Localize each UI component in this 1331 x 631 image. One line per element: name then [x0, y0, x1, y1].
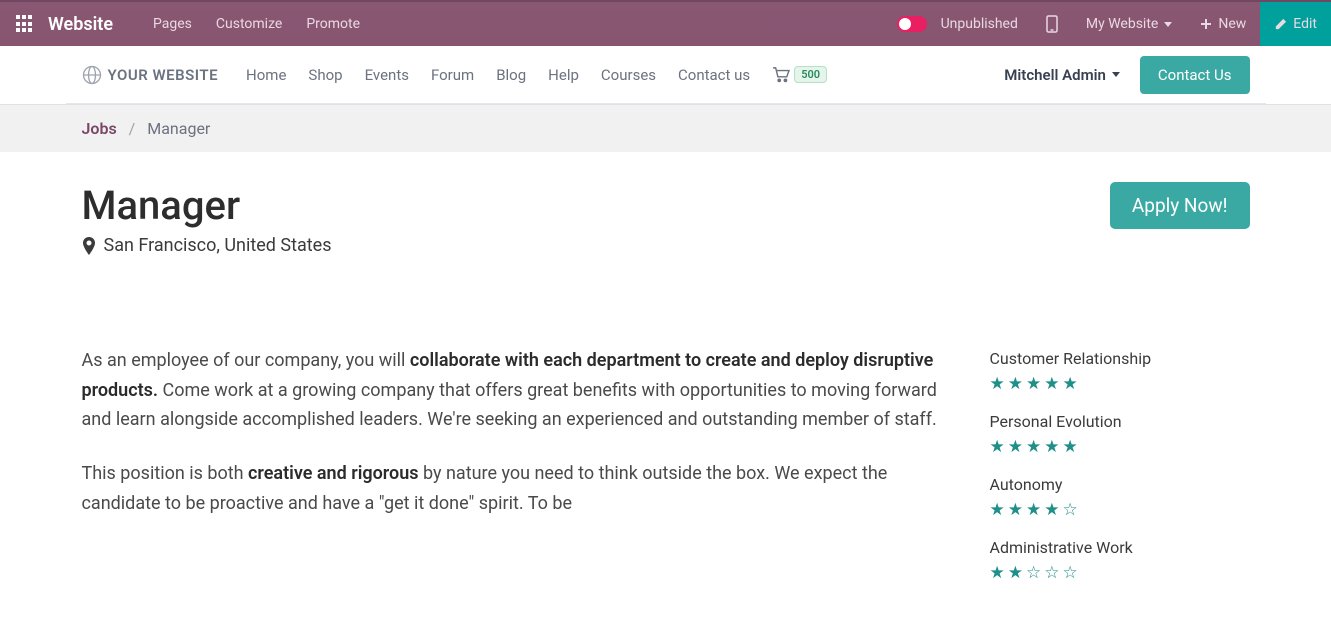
- nav-home[interactable]: Home: [246, 66, 286, 84]
- plus-icon: [1200, 18, 1212, 30]
- star-full-icon: ★: [1008, 374, 1023, 394]
- nav-forum[interactable]: Forum: [431, 66, 474, 84]
- ratings-section: Customer Relationship★★★★★Personal Evolu…: [990, 349, 1250, 583]
- star-full-icon: ★: [1008, 563, 1023, 583]
- nav-help[interactable]: Help: [548, 66, 579, 84]
- rating-block: Customer Relationship★★★★★: [990, 349, 1250, 394]
- topbar-menu: Pages Customize Promote: [153, 16, 360, 32]
- star-empty-icon: ☆: [1044, 563, 1059, 583]
- apply-now-button[interactable]: Apply Now!: [1110, 182, 1250, 229]
- description-paragraph: This position is both creative and rigor…: [82, 459, 950, 518]
- apps-icon[interactable]: [16, 15, 34, 33]
- rating-label: Autonomy: [990, 475, 1250, 494]
- star-full-icon: ★: [1008, 500, 1023, 520]
- job-description: As an employee of our company, you will …: [82, 346, 950, 518]
- page-content: Manager San Francisco, United States As …: [66, 152, 1266, 631]
- nav-events[interactable]: Events: [365, 66, 409, 84]
- nav-shop[interactable]: Shop: [308, 66, 342, 84]
- toggle-icon: [897, 16, 927, 32]
- mobile-preview-button[interactable]: [1032, 2, 1072, 46]
- rating-label: Customer Relationship: [990, 349, 1250, 368]
- mobile-icon: [1046, 15, 1058, 33]
- new-label: New: [1218, 16, 1246, 32]
- app-name[interactable]: Website: [48, 14, 113, 35]
- app-topbar: Website Pages Customize Promote Unpublis…: [0, 0, 1331, 46]
- my-website-dropdown[interactable]: My Website: [1072, 2, 1186, 46]
- rating-block: Administrative Work★★☆☆☆: [990, 538, 1250, 583]
- side-column: Apply Now! Customer Relationship★★★★★Per…: [990, 182, 1250, 601]
- chevron-down-icon: [1164, 22, 1172, 27]
- topbar-menu-pages[interactable]: Pages: [153, 16, 192, 32]
- breadcrumb: Jobs / Manager: [66, 119, 1266, 138]
- star-full-icon: ★: [990, 563, 1005, 583]
- rating-stars: ★★★★★: [990, 374, 1250, 394]
- cart-button[interactable]: 500: [772, 66, 827, 83]
- star-empty-icon: ☆: [1026, 563, 1041, 583]
- edit-label: Edit: [1293, 16, 1317, 32]
- star-full-icon: ★: [1026, 437, 1041, 457]
- new-button[interactable]: New: [1186, 2, 1260, 46]
- rating-block: Autonomy★★★★☆: [990, 475, 1250, 520]
- user-name-label: Mitchell Admin: [1004, 66, 1106, 84]
- logo-text: YOUR WEBSITE: [108, 66, 219, 84]
- breadcrumb-current: Manager: [147, 119, 210, 138]
- chevron-down-icon: [1112, 72, 1120, 77]
- star-empty-icon: ☆: [1063, 563, 1078, 583]
- topbar-menu-promote[interactable]: Promote: [306, 16, 360, 32]
- topbar-menu-customize[interactable]: Customize: [216, 16, 282, 32]
- pencil-icon: [1274, 18, 1287, 31]
- breadcrumb-parent[interactable]: Jobs: [82, 119, 117, 138]
- star-full-icon: ★: [1044, 374, 1059, 394]
- publish-toggle[interactable]: Unpublished: [883, 2, 1032, 46]
- job-location-text: San Francisco, United States: [104, 235, 332, 256]
- cart-icon: [772, 67, 790, 83]
- star-full-icon: ★: [1063, 374, 1078, 394]
- description-paragraph: As an employee of our company, you will …: [82, 346, 950, 435]
- star-full-icon: ★: [1008, 437, 1023, 457]
- topbar-right: Unpublished My Website New Edit: [883, 2, 1331, 46]
- star-full-icon: ★: [990, 374, 1005, 394]
- contact-us-button[interactable]: Contact Us: [1140, 56, 1250, 94]
- job-location: San Francisco, United States: [82, 235, 332, 256]
- star-full-icon: ★: [1044, 437, 1059, 457]
- my-website-label: My Website: [1086, 16, 1158, 32]
- nav-contact-us[interactable]: Contact us: [678, 66, 750, 84]
- rating-block: Personal Evolution★★★★★: [990, 412, 1250, 457]
- breadcrumb-separator: /: [129, 119, 136, 138]
- nav-courses[interactable]: Courses: [601, 66, 656, 84]
- star-full-icon: ★: [1063, 437, 1078, 457]
- main-column: Manager San Francisco, United States As …: [82, 182, 950, 601]
- star-full-icon: ★: [990, 437, 1005, 457]
- site-logo[interactable]: YOUR WEBSITE: [82, 65, 219, 85]
- breadcrumb-bar: Jobs / Manager: [0, 105, 1331, 152]
- rating-label: Personal Evolution: [990, 412, 1250, 431]
- cart-badge: 500: [794, 66, 827, 83]
- edit-button[interactable]: Edit: [1260, 2, 1331, 46]
- user-menu[interactable]: Mitchell Admin: [1004, 66, 1120, 84]
- rating-stars: ★★☆☆☆: [990, 563, 1250, 583]
- publish-label: Unpublished: [941, 16, 1018, 32]
- star-full-icon: ★: [990, 500, 1005, 520]
- star-full-icon: ★: [1044, 500, 1059, 520]
- site-nav: Home Shop Events Forum Blog Help Courses…: [246, 66, 750, 84]
- star-full-icon: ★: [1026, 374, 1041, 394]
- site-navbar: YOUR WEBSITE Home Shop Events Forum Blog…: [66, 46, 1266, 104]
- rating-label: Administrative Work: [990, 538, 1250, 557]
- rating-stars: ★★★★☆: [990, 500, 1250, 520]
- star-empty-icon: ☆: [1063, 500, 1078, 520]
- map-pin-icon: [82, 237, 96, 255]
- job-title: Manager: [82, 182, 332, 229]
- nav-blog[interactable]: Blog: [496, 66, 526, 84]
- rating-stars: ★★★★★: [990, 437, 1250, 457]
- star-full-icon: ★: [1026, 500, 1041, 520]
- globe-icon: [82, 65, 102, 85]
